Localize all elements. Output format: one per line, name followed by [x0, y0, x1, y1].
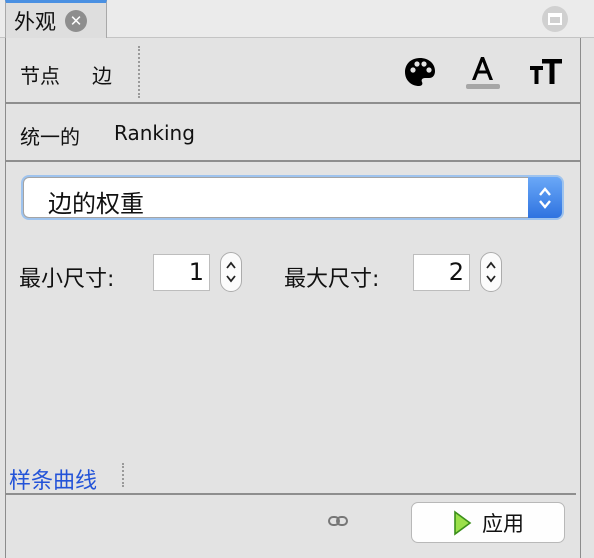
max-size-input[interactable]: 2 [413, 254, 470, 291]
tab-edges[interactable]: 边 [92, 60, 112, 89]
stepper-arrows-icon [226, 261, 236, 283]
text-size-icon[interactable] [528, 54, 564, 90]
spline-link[interactable]: 样条曲线 [9, 463, 97, 495]
min-size-stepper[interactable] [220, 252, 242, 292]
max-size-label: 最大尺寸: [284, 267, 380, 292]
footer-divider [122, 463, 124, 487]
tab-unique[interactable]: 统一的 [20, 121, 80, 150]
play-icon [454, 509, 472, 536]
chevron-updown-icon[interactable] [528, 177, 562, 218]
max-size-stepper[interactable] [480, 252, 502, 292]
stepper-arrows-icon [486, 261, 496, 283]
mode-tabs: 统一的 Ranking [6, 104, 580, 162]
toolbar-divider [138, 46, 140, 98]
footer-separator [6, 493, 576, 495]
element-toolbar: 节点 边 [6, 38, 580, 104]
apply-button[interactable]: 应用 [411, 502, 565, 543]
close-icon[interactable]: ✕ [65, 9, 87, 32]
chain-link-icon[interactable] [328, 514, 348, 528]
selected-attribute: 边的权重 [48, 190, 144, 218]
tab-bar: 外观 ✕ [0, 0, 594, 38]
appearance-panel: 节点 边 统一的 Ranking 边的权重 最小尺寸: 1 最大尺寸: 2 样条… [5, 38, 581, 558]
tab-title: 外观 [14, 9, 56, 34]
tab-appearance[interactable]: 外观 ✕ [5, 0, 107, 38]
restore-icon[interactable] [542, 6, 568, 32]
text-color-icon[interactable] [464, 54, 500, 90]
tab-ranking[interactable]: Ranking [114, 121, 195, 145]
tab-nodes[interactable]: 节点 [20, 60, 60, 89]
apply-label: 应用 [482, 511, 524, 536]
min-size-input[interactable]: 1 [153, 254, 210, 291]
min-size-label: 最小尺寸: [19, 267, 115, 292]
palette-icon[interactable] [402, 54, 438, 90]
ranking-attribute-select[interactable]: 边的权重 [23, 177, 562, 218]
